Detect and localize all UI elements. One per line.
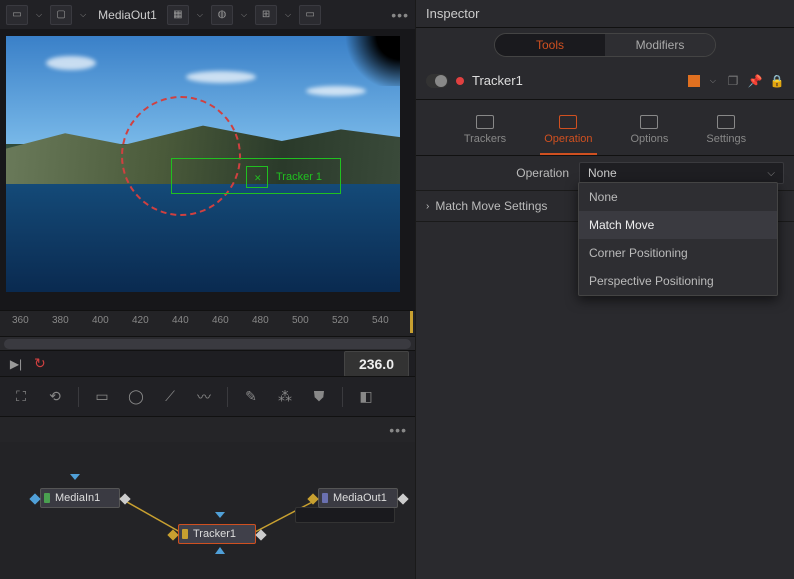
- chevron-down-icon[interactable]: ⌵: [78, 10, 88, 20]
- section-label: Match Move Settings: [435, 199, 547, 213]
- node-label: MediaIn1: [55, 492, 100, 504]
- record-indicator-icon: [456, 77, 464, 85]
- ruler-tick: 500: [292, 315, 309, 326]
- node-color-chip[interactable]: [688, 75, 700, 87]
- node-label: Tracker1: [193, 528, 236, 540]
- loop-button[interactable]: ↻: [34, 355, 46, 372]
- dropdown-item-corner[interactable]: Corner Positioning: [579, 239, 777, 267]
- subtab-label: Options: [631, 133, 669, 145]
- flow-arrow-icon: [70, 474, 80, 480]
- ruler-tick: 420: [132, 315, 149, 326]
- chevron-down-icon[interactable]: ⌵: [708, 76, 718, 86]
- node-graph[interactable]: MediaIn1 Tracker1 MediaOut1: [0, 442, 415, 579]
- viewer-toolbar: ▭ ⌵ ▢ ⌵ MediaOut1 ▦ ⌵ ◍ ⌵ ⊞ ⌵ ▭ •••: [0, 0, 415, 30]
- operation-select[interactable]: None: [579, 162, 784, 184]
- bspline-tool-icon[interactable]: 〰: [193, 386, 215, 408]
- subtab-settings[interactable]: Settings: [702, 109, 750, 155]
- dropdown-item-none[interactable]: None: [579, 183, 777, 211]
- ruler-tick: 480: [252, 315, 269, 326]
- range-end-marker[interactable]: [410, 311, 413, 333]
- ruler-tick: 540: [372, 315, 389, 326]
- subtab-label: Settings: [706, 133, 746, 145]
- more-options-icon[interactable]: •••: [389, 422, 407, 438]
- inspector-panel: Inspector Tools Modifiers Tracker1 ⌵ ❐ 📌…: [415, 0, 794, 579]
- chevron-right-icon: ›: [426, 201, 429, 212]
- versions-icon[interactable]: ❐: [726, 74, 740, 88]
- lock-icon[interactable]: 🔒: [770, 74, 784, 88]
- operation-label: Operation: [426, 166, 569, 180]
- ruler-tick: 520: [332, 315, 349, 326]
- ruler-tick: 360: [12, 315, 29, 326]
- left-pane: ▭ ⌵ ▢ ⌵ MediaOut1 ▦ ⌵ ◍ ⌵ ⊞ ⌵ ▭ ••• ✕ Tr…: [0, 0, 415, 579]
- tool-icon[interactable]: ⟲: [44, 386, 66, 408]
- tool-icon[interactable]: ⛊: [308, 386, 330, 408]
- operation-selected-value: None: [588, 166, 617, 180]
- flow-arrow-icon: [215, 512, 225, 518]
- paint-tool-icon[interactable]: ✎: [240, 386, 262, 408]
- tool-icon[interactable]: ◧: [355, 386, 377, 408]
- chevron-down-icon[interactable]: ⌵: [195, 10, 205, 20]
- nodegraph-header: •••: [0, 416, 415, 442]
- view-layout-button[interactable]: ▭: [6, 5, 28, 25]
- inspector-node-header: Tracker1 ⌵ ❐ 📌 🔒: [416, 62, 794, 100]
- grid-button[interactable]: ⊞: [255, 5, 277, 25]
- node-media-out[interactable]: MediaOut1: [318, 488, 398, 508]
- operation-icon: [559, 115, 577, 129]
- chevron-down-icon[interactable]: ⌵: [283, 10, 293, 20]
- polygon-tool-icon[interactable]: ⟋: [159, 386, 181, 408]
- node-tools-row: ⛶ ⟲ ▭ ◯ ⟋ 〰 ✎ ⁂ ⛊ ◧: [0, 376, 415, 416]
- current-frame-field[interactable]: 236.0: [344, 351, 409, 377]
- inspector-title: Inspector: [416, 0, 794, 28]
- ruler-tick: 460: [212, 315, 229, 326]
- node-label: MediaOut1: [333, 492, 387, 504]
- dropdown-item-perspective[interactable]: Perspective Positioning: [579, 267, 777, 295]
- tab-tools[interactable]: Tools: [495, 34, 605, 56]
- dropdown-item-match-move[interactable]: Match Move: [579, 211, 777, 239]
- ellipse-tool-icon[interactable]: ◯: [125, 386, 147, 408]
- pin-icon[interactable]: 📌: [748, 74, 762, 88]
- checker-button[interactable]: ▦: [167, 5, 189, 25]
- subtab-operation[interactable]: Operation: [540, 109, 596, 155]
- viewer-node-name[interactable]: MediaOut1: [94, 8, 161, 22]
- viewer-canvas[interactable]: ✕ Tracker 1: [6, 36, 400, 292]
- trackers-icon: [476, 115, 494, 129]
- view-mode-button[interactable]: ▢: [50, 5, 72, 25]
- chevron-down-icon[interactable]: ⌵: [34, 10, 44, 20]
- tab-modifiers[interactable]: Modifiers: [605, 34, 715, 56]
- flow-arrow-icon: [215, 547, 225, 554]
- timeline-scrollbar[interactable]: [4, 339, 411, 349]
- rectangle-tool-icon[interactable]: ▭: [91, 386, 113, 408]
- playback-bar: ▶| ↻ 236.0: [0, 350, 415, 376]
- chevron-down-icon[interactable]: ⌵: [239, 10, 249, 20]
- operation-dropdown: None Match Move Corner Positioning Persp…: [578, 182, 778, 296]
- ruler-tick: 380: [52, 315, 69, 326]
- tool-icon[interactable]: ⛶: [10, 386, 32, 408]
- node-enable-toggle[interactable]: [426, 74, 448, 88]
- gain-button[interactable]: ◍: [211, 5, 233, 25]
- inspector-main-tabs: Tools Modifiers: [416, 28, 794, 62]
- ruler-tick: 400: [92, 315, 109, 326]
- inspector-node-name: Tracker1: [472, 73, 523, 88]
- viewer-area: ✕ Tracker 1: [0, 30, 415, 292]
- timeline-ruler[interactable]: 360 380 400 420 440 460 480 500 520 540: [0, 310, 415, 336]
- subtab-options[interactable]: Options: [627, 109, 673, 155]
- inspector-subtabs: Trackers Operation Options Settings: [416, 100, 794, 156]
- settings-icon: [717, 115, 735, 129]
- node-media-in[interactable]: MediaIn1: [40, 488, 120, 508]
- single-view-button[interactable]: ▭: [299, 5, 321, 25]
- subtab-trackers[interactable]: Trackers: [460, 109, 510, 155]
- more-options-icon[interactable]: •••: [391, 7, 409, 23]
- particle-tool-icon[interactable]: ⁂: [274, 386, 296, 408]
- go-to-end-button[interactable]: ▶|: [6, 355, 26, 373]
- node-shadow: [295, 507, 395, 523]
- subtab-label: Trackers: [464, 133, 506, 145]
- node-tracker[interactable]: Tracker1: [178, 524, 256, 544]
- options-icon: [640, 115, 658, 129]
- subtab-label: Operation: [544, 133, 592, 145]
- ruler-tick: 440: [172, 315, 189, 326]
